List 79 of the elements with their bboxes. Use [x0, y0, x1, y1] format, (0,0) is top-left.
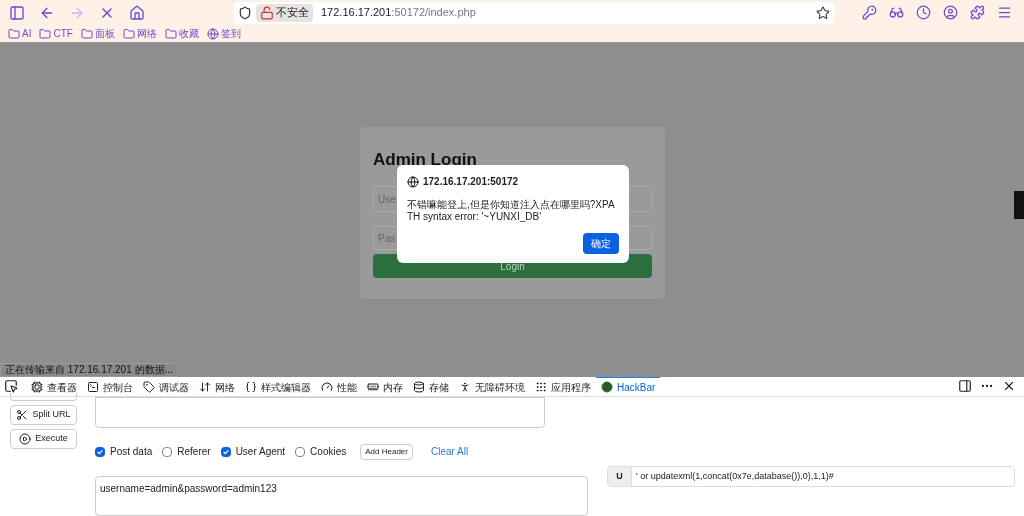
clear-all-link[interactable]: Clear All	[430, 444, 469, 460]
bookmark[interactable]: CTF	[39, 26, 73, 42]
ok-button[interactable]: 确定	[583, 233, 619, 255]
bookmark[interactable]: 签到	[206, 26, 241, 42]
hackbar-button[interactable]: Execute	[10, 429, 77, 449]
post-data-textarea[interactable]: username=admin&password=admin123	[95, 476, 588, 516]
hackbar-logo-icon	[601, 381, 613, 394]
url-host: 172.16.17.201	[321, 5, 392, 21]
status-text: 正在传输来自 172.16.17.201 的数据...	[0, 363, 178, 377]
star-icon	[816, 5, 830, 20]
devtools-tab[interactable]: 应用程序	[530, 376, 596, 397]
devtools-tab[interactable]: 无障碍环境	[454, 376, 530, 397]
chip-icon	[31, 381, 43, 394]
folder-icon	[39, 27, 52, 40]
home-button[interactable]	[128, 3, 146, 22]
account-button[interactable]	[943, 5, 958, 21]
scissors-icon	[16, 409, 29, 421]
storage-icon	[413, 381, 425, 394]
devtools-tab[interactable]: 样式编辑器	[240, 376, 316, 397]
checkbox-label: Post data	[110, 445, 153, 460]
grid-icon	[535, 381, 547, 394]
clock-icon	[916, 5, 931, 21]
globe-icon	[206, 27, 219, 40]
globe-icon	[407, 175, 419, 188]
security-badge[interactable]: 不安全	[256, 3, 313, 22]
menu-icon	[997, 5, 1012, 21]
account-icon	[943, 5, 958, 21]
bookmark[interactable]: 收藏	[164, 26, 199, 42]
clock-button[interactable]	[916, 5, 931, 21]
devtools-tab[interactable]: 性能	[316, 376, 362, 397]
folder-icon	[8, 27, 20, 40]
checkbox-label: User Agent	[235, 445, 286, 460]
play-icon	[19, 433, 32, 445]
puzzle-button[interactable]	[970, 5, 985, 21]
arrows-icon	[199, 381, 211, 394]
bookmark[interactable]: AI	[8, 26, 32, 42]
side-tab[interactable]	[1014, 191, 1024, 220]
checkbox[interactable]	[95, 447, 105, 457]
braces-icon	[245, 381, 257, 394]
folder-icon	[164, 27, 177, 40]
shield-icon	[238, 5, 252, 20]
devtools-tab[interactable]: HackBar	[596, 376, 661, 397]
dialog-origin: 172.16.17.201:50172	[423, 175, 519, 190]
checkbox[interactable]	[295, 447, 306, 457]
dialog-message: 不错嘛能登上,但是你知道注入点在哪里吗?XPATH syntax error: '~YUNXI_DB'	[407, 199, 616, 224]
pointer-icon	[4, 379, 18, 394]
sidebar-button[interactable]	[8, 3, 26, 22]
folder-icon	[80, 27, 93, 40]
terminal-icon	[87, 381, 99, 394]
devtools-tab[interactable]: 内存	[362, 376, 408, 397]
add-header-button[interactable]: Add Header	[360, 444, 413, 460]
devtools-tab[interactable]: 存储	[408, 376, 454, 397]
tag-icon	[143, 381, 155, 394]
address-bar[interactable]: 不安全 172.16.17.201:50172/index.php	[234, 1, 834, 24]
puzzle-icon	[970, 5, 985, 21]
dock-icon	[958, 379, 972, 394]
bookmark[interactable]: 网络	[122, 26, 157, 42]
person-icon	[459, 381, 471, 394]
dock-button[interactable]	[958, 379, 972, 394]
hackbar-button[interactable]: Split URL	[10, 405, 77, 425]
checkbox-label: Cookies	[310, 445, 347, 460]
bookmark[interactable]: 面板	[80, 26, 115, 42]
key-button[interactable]	[862, 5, 877, 21]
devtools-tab[interactable]: 网络	[194, 376, 240, 397]
key-icon	[862, 5, 877, 21]
url-path: :50172/index.php	[391, 5, 476, 21]
devtools-tab[interactable]: 控制台	[82, 376, 138, 397]
home-icon	[129, 4, 145, 21]
checkbox[interactable]	[220, 447, 231, 457]
checkbox[interactable]	[162, 447, 173, 457]
devtools-tab[interactable]: 调试器	[138, 376, 194, 397]
sidebar-icon	[9, 4, 25, 21]
unlocked-padlock-icon	[260, 5, 274, 20]
checkbox-label: Referer	[177, 445, 211, 460]
devtools-tab[interactable]: 查看器	[26, 376, 82, 397]
gauge-icon	[321, 381, 333, 394]
picker-button[interactable]	[4, 379, 18, 394]
folder-icon	[122, 27, 135, 40]
menu-button[interactable]	[997, 5, 1012, 21]
